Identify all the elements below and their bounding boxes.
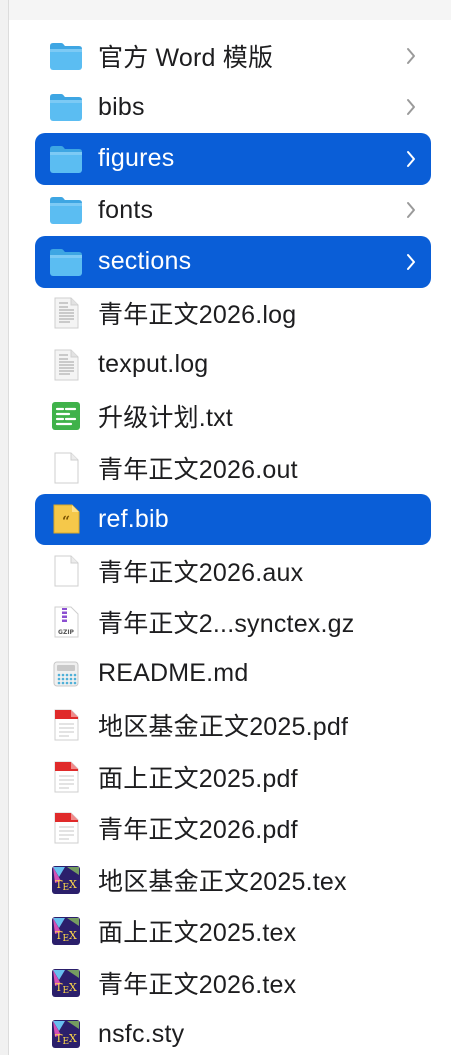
folder-row[interactable]: bibs bbox=[35, 82, 431, 134]
folder-row[interactable]: 官方 Word 模版 bbox=[35, 30, 431, 82]
folder-icon bbox=[49, 142, 83, 176]
gzip-archive-icon: GZIP bbox=[49, 605, 83, 639]
folder-icon bbox=[49, 193, 83, 227]
file-row[interactable]: 青年正文2026.log bbox=[35, 288, 431, 340]
log-file-icon bbox=[49, 296, 83, 330]
item-name: fonts bbox=[98, 195, 154, 224]
file-row[interactable]: 地区基金正文2025.pdf bbox=[35, 700, 431, 752]
item-name: figures bbox=[98, 144, 175, 173]
file-row[interactable]: README.md bbox=[35, 648, 431, 700]
file-row[interactable]: TEX 地区基金正文2025.tex bbox=[35, 854, 431, 906]
item-name: ref.bib bbox=[98, 504, 169, 533]
item-name: 面上正文2025.pdf bbox=[98, 764, 298, 793]
item-name: 青年正文2026.aux bbox=[98, 558, 304, 587]
item-name: 面上正文2025.tex bbox=[98, 919, 297, 948]
bib-file-icon: “ bbox=[49, 502, 83, 536]
file-row[interactable]: 青年正文2026.out bbox=[35, 442, 431, 494]
item-name: 青年正文2...synctex.gz bbox=[98, 610, 355, 639]
file-row[interactable]: 青年正文2026.pdf bbox=[35, 803, 431, 855]
item-name: 官方 Word 模版 bbox=[98, 43, 274, 72]
item-name: 青年正文2026.tex bbox=[98, 970, 297, 999]
chevron-right-icon bbox=[405, 200, 417, 220]
file-row[interactable]: TEX 面上正文2025.tex bbox=[35, 906, 431, 958]
pdf-file-icon bbox=[49, 760, 83, 794]
log-file-icon bbox=[49, 348, 83, 382]
pdf-file-icon bbox=[49, 708, 83, 742]
chevron-right-icon bbox=[405, 149, 417, 169]
item-name: 地区基金正文2025.pdf bbox=[98, 713, 349, 742]
svg-text:GZIP: GZIP bbox=[58, 629, 75, 636]
file-row[interactable]: texput.log bbox=[35, 339, 431, 391]
item-name: 青年正文2026.out bbox=[98, 455, 298, 484]
pdf-file-icon bbox=[49, 811, 83, 845]
column-divider[interactable] bbox=[0, 0, 9, 1055]
folder-icon bbox=[49, 90, 83, 124]
chevron-right-icon bbox=[405, 46, 417, 66]
item-name: 青年正文2026.log bbox=[98, 301, 297, 330]
tex-file-icon: TEX bbox=[49, 914, 83, 948]
item-name: bibs bbox=[98, 92, 145, 121]
blank-file-icon bbox=[49, 451, 83, 485]
chevron-right-icon bbox=[405, 252, 417, 272]
chevron-right-icon bbox=[405, 97, 417, 117]
file-row[interactable]: 青年正文2026.aux bbox=[35, 545, 431, 597]
svg-text:“: “ bbox=[62, 514, 70, 530]
folder-icon bbox=[49, 245, 83, 279]
item-name: nsfc.sty bbox=[98, 1019, 185, 1048]
folder-icon bbox=[49, 39, 83, 73]
item-name: 升级计划.txt bbox=[98, 404, 233, 433]
file-row[interactable]: TEX nsfc.sty bbox=[35, 1009, 431, 1055]
item-name: 青年正文2026.pdf bbox=[98, 816, 298, 845]
tex-file-icon: TEX bbox=[49, 863, 83, 897]
folder-row[interactable]: sections bbox=[35, 236, 431, 288]
column-header-band bbox=[0, 0, 451, 20]
item-name: README.md bbox=[98, 659, 249, 688]
item-name: 地区基金正文2025.tex bbox=[98, 867, 347, 896]
item-name: sections bbox=[98, 247, 192, 276]
markdown-file-icon bbox=[49, 657, 83, 691]
folder-row[interactable]: figures bbox=[35, 133, 431, 185]
file-row[interactable]: GZIP 青年正文2...synctex.gz bbox=[35, 597, 431, 649]
file-row[interactable]: 升级计划.txt bbox=[35, 391, 431, 443]
file-row[interactable]: “ ref.bib bbox=[35, 493, 431, 545]
folder-row[interactable]: fonts bbox=[35, 185, 431, 237]
file-row[interactable]: TEX 青年正文2026.tex bbox=[35, 957, 431, 1009]
finder-column-pane: 官方 Word 模版 bibs figures fonts sections 青… bbox=[0, 0, 451, 1055]
tex-file-icon: TEX bbox=[49, 966, 83, 1000]
file-row[interactable]: 面上正文2025.pdf bbox=[35, 751, 431, 803]
file-list: 官方 Word 模版 bibs figures fonts sections 青… bbox=[35, 30, 431, 1055]
tex-file-icon: TEX bbox=[49, 1017, 83, 1051]
text-file-icon bbox=[49, 399, 83, 433]
item-name: texput.log bbox=[98, 350, 209, 379]
blank-file-icon bbox=[49, 554, 83, 588]
